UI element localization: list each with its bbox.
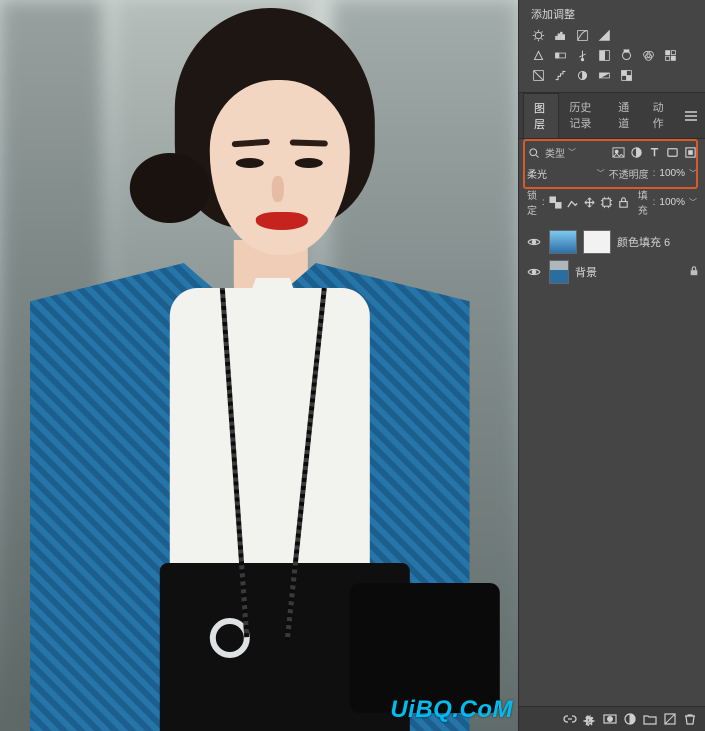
brightness-contrast-icon[interactable] — [531, 28, 545, 42]
adjustment-layer-icon[interactable] — [621, 711, 639, 727]
adjustments-title: 添加调整 — [531, 6, 697, 22]
layer-name[interactable]: 背景 — [575, 264, 597, 280]
lock-label: 锁定 — [527, 187, 538, 217]
visibility-toggle-icon[interactable] — [525, 267, 543, 277]
layer-filter-type-label: 类型 — [545, 145, 565, 160]
color-balance-icon[interactable] — [575, 48, 589, 62]
panel-tabs: 图层 历史记录 通道 动作 — [519, 93, 705, 139]
layer-name[interactable]: 颜色填充 6 — [617, 234, 670, 250]
chevron-down-icon: ﹀ — [568, 147, 576, 158]
layer-mask-thumbnail[interactable] — [583, 230, 611, 254]
lock-position-icon[interactable] — [583, 195, 596, 209]
exposure-icon[interactable] — [597, 28, 611, 42]
photo-filter-icon[interactable] — [619, 48, 633, 62]
filter-pixel-icon[interactable] — [611, 146, 625, 160]
adjustments-panel: 添加调整 — [519, 0, 705, 93]
posterize-icon[interactable] — [553, 68, 567, 82]
visibility-toggle-icon[interactable] — [525, 237, 543, 247]
gradient-map-icon[interactable] — [597, 68, 611, 82]
panels-sidebar: 添加调整 — [518, 0, 705, 731]
delete-layer-icon[interactable] — [681, 711, 699, 727]
layer-filter-type-dropdown[interactable]: 类型 ﹀ — [545, 145, 576, 160]
link-layers-icon[interactable] — [561, 711, 579, 727]
vibrance-icon[interactable] — [531, 48, 545, 62]
new-layer-icon[interactable] — [661, 711, 679, 727]
opacity-label: 不透明度 — [609, 166, 649, 181]
panel-menu-icon[interactable] — [677, 93, 705, 138]
layers-panel-footer: fx — [519, 706, 705, 731]
selective-color-icon[interactable] — [619, 68, 633, 82]
chevron-down-icon: ﹀ — [689, 168, 697, 179]
levels-icon[interactable] — [553, 28, 567, 42]
chevron-down-icon: ﹀ — [689, 197, 697, 208]
group-icon[interactable] — [641, 711, 659, 727]
chevron-down-icon: ﹀ — [597, 168, 605, 179]
tab-history[interactable]: 历史记录 — [559, 93, 608, 138]
search-icon[interactable] — [527, 146, 541, 160]
fill-label: 填充 — [638, 187, 649, 217]
curves-icon[interactable] — [575, 28, 589, 42]
lock-transparent-icon[interactable] — [549, 195, 562, 209]
lock-all-icon[interactable] — [617, 195, 630, 209]
black-white-icon[interactable] — [597, 48, 611, 62]
layer-thumbnail[interactable] — [549, 260, 569, 284]
hue-sat-icon[interactable] — [553, 48, 567, 62]
layer-row[interactable]: 背景 — [519, 257, 705, 287]
layer-thumbnail[interactable] — [549, 230, 577, 254]
filter-shape-icon[interactable] — [665, 146, 679, 160]
layers-list: 颜色填充 6 背景 — [519, 223, 705, 469]
color-lookup-icon[interactable] — [663, 48, 677, 62]
tab-actions[interactable]: 动作 — [643, 93, 677, 138]
invert-icon[interactable] — [531, 68, 545, 82]
photo-subject — [20, 8, 480, 731]
layer-mask-icon[interactable] — [601, 711, 619, 727]
blend-mode-value: 柔光 — [527, 166, 547, 181]
opacity-value[interactable]: 100% — [659, 168, 685, 179]
layer-controls: 类型 ﹀ 柔光 ﹀ 不透明度 : 100% ﹀ 锁定: — [519, 139, 705, 223]
lock-image-icon[interactable] — [566, 195, 579, 209]
layer-row[interactable]: 颜色填充 6 — [519, 227, 705, 257]
filter-adjustment-icon[interactable] — [629, 146, 643, 160]
lock-icon — [689, 265, 699, 280]
fill-value[interactable]: 100% — [659, 197, 685, 208]
filter-text-icon[interactable] — [647, 146, 661, 160]
document-canvas[interactable]: UiBQ.CoM — [0, 0, 518, 731]
threshold-icon[interactable] — [575, 68, 589, 82]
tab-layers[interactable]: 图层 — [523, 93, 559, 138]
svg-text:fx: fx — [586, 715, 592, 724]
tab-channels[interactable]: 通道 — [608, 93, 642, 138]
lock-artboard-icon[interactable] — [600, 195, 613, 209]
filter-smartobject-icon[interactable] — [683, 146, 697, 160]
channel-mixer-icon[interactable] — [641, 48, 655, 62]
watermark-text: UiBQ.CoM — [390, 696, 513, 724]
layer-style-icon[interactable]: fx — [581, 711, 599, 727]
blend-mode-dropdown[interactable]: 柔光 — [527, 166, 547, 181]
